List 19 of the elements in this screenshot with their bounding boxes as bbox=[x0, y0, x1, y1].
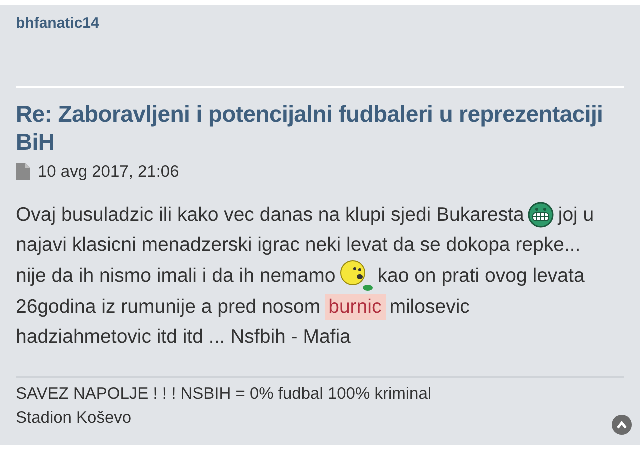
grinning-smiley-icon bbox=[528, 202, 554, 228]
post-text: hadziahmetovic itd itd ... Nsfbih - Mafia bbox=[16, 325, 351, 350]
post-date: 10 avg 2017, 21:06 bbox=[38, 162, 180, 182]
post-title[interactable]: Re: Zaboravljeni i potencijalni fudbaleri u reprezentaciji BiH bbox=[16, 100, 624, 156]
post-text: joj u bbox=[558, 203, 594, 228]
scroll-to-top-button[interactable] bbox=[612, 415, 632, 435]
post-text: milosevic bbox=[390, 295, 470, 320]
document-icon bbox=[16, 163, 30, 180]
chevron-up-icon bbox=[617, 421, 627, 429]
post-text: nije da ih nismo imali i da ih nemamo bbox=[16, 264, 336, 290]
signature-line: SAVEZ NAPOLJE ! ! ! NSBIH = 0% fudbal 100% kriminal bbox=[16, 384, 432, 406]
smiley-icon bbox=[340, 260, 374, 292]
post-text: najavi klasicni menadzerski igrac neki levat da se dokopa repke... bbox=[16, 233, 581, 258]
author-link[interactable]: bhfanatic14 bbox=[16, 13, 624, 36]
post-text: 26godina iz rumunije a pred nosom bbox=[16, 295, 321, 320]
highlighted-word: burnic bbox=[324, 294, 386, 320]
post-text: kao on prati ovog levata bbox=[378, 264, 585, 290]
signature-line: Stadion Koševo bbox=[16, 408, 132, 430]
post-text: Ovaj busuladzic ili kako vec danas na klupi sjedi Bukaresta bbox=[16, 203, 524, 228]
